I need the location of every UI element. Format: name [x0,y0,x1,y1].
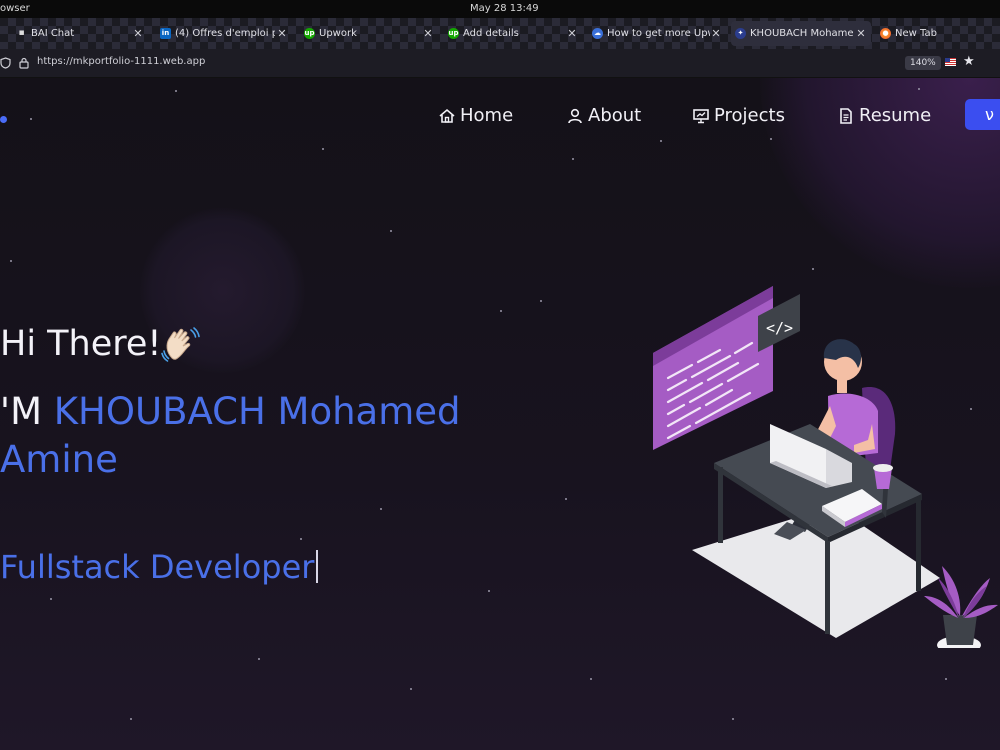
star-particle [572,158,574,160]
cloud-icon: ☁ [592,28,603,39]
nav-projects[interactable]: Projects [692,104,812,128]
hero-greeting: Hi There! [0,324,162,364]
tab-portfolio[interactable]: ✦ KHOUBACH Mohamed ✕ [731,21,871,46]
star-particle [540,300,542,302]
us-flag-icon[interactable] [945,58,956,66]
star-particle [50,598,52,600]
tab-close-icon[interactable]: ✕ [132,21,144,46]
star-particle [732,718,734,720]
dots-icon: ▪ [18,28,25,38]
github-button[interactable]: ν [965,99,1000,130]
star-particle [590,678,592,680]
star-particle [500,310,502,312]
tab-add-details[interactable]: up Add details ✕ [444,21,582,46]
star-particle [488,590,490,592]
os-clock[interactable]: May 28 13:49 [470,3,539,14]
bookmark-star-icon[interactable]: ★ [963,54,975,69]
star-particle [660,140,662,142]
star-particle [390,230,392,232]
typewriter-cursor [316,550,319,583]
star-particle [770,138,772,140]
tab-upwork[interactable]: up Upwork ✕ [300,21,438,46]
svg-text:</>: </> [766,319,793,337]
upwork-icon: up [304,28,315,39]
url-bar: https://mkportfolio-1111.web.app 140% ★ [0,49,1000,78]
browser-tab-strip: ▪ BAI Chat ✕ in (4) Offres d'emploi po ✕… [0,18,1000,49]
star-particle [410,688,412,690]
portfolio-icon: ✦ [735,28,746,39]
user-icon [568,108,582,124]
star-particle [300,538,302,540]
hero-name-line-2: Amine [0,438,118,481]
tab-linkedin[interactable]: in (4) Offres d'emploi po ✕ [156,21,290,46]
star-particle [945,678,947,680]
star-particle [258,658,260,660]
presentation-icon [693,109,709,124]
home-icon [439,108,455,123]
star-particle [130,718,132,720]
star-particle [812,268,814,270]
plant-leaves [924,566,998,618]
zoom-level-badge[interactable]: 140% [905,56,941,70]
tab-close-icon[interactable]: ✕ [276,21,288,46]
lock-icon[interactable] [19,57,29,69]
star-particle [565,498,567,500]
hero-intro-prefix: I'M [0,390,43,433]
developer-illustration: </> [653,286,998,648]
shield-icon[interactable] [0,57,11,69]
portfolio-page: Home About Projects Resume ν Hi There! I… [0,78,1000,750]
nav-about[interactable]: About [566,104,666,128]
document-icon [840,108,852,124]
tab-close-icon[interactable]: ✕ [422,21,434,46]
nav-home[interactable]: Home [438,104,538,128]
os-top-bar: owser May 28 13:49 [0,0,1000,18]
tab-close-icon[interactable]: ✕ [566,21,578,46]
github-button-label: ν [985,105,994,124]
hero-name: KHOUBACH Mohamed [53,390,461,433]
hero-typewriter-role: Fullstack Developer [0,548,319,586]
nav-resume[interactable]: Resume [837,104,947,128]
url-input[interactable]: https://mkportfolio-1111.web.app [37,56,205,67]
tab-upwork-guide[interactable]: ☁ How to get more Upw ✕ [588,21,724,46]
firefox-icon: ● [880,28,891,39]
star-particle [380,508,382,510]
logo-dot[interactable] [0,116,7,123]
tab-bai-chat[interactable]: ▪ BAI Chat ✕ [12,21,146,46]
os-app-name: owser [0,3,30,14]
star-particle [175,90,177,92]
code-window [653,286,773,450]
star-particle [322,148,324,150]
tab-close-icon[interactable]: ✕ [710,21,722,46]
upwork-icon: up [448,28,459,39]
star-particle [918,88,920,90]
tab-close-icon[interactable]: ✕ [855,21,867,46]
hero-intro-line-1: I'M KHOUBACH Mohamed [0,390,461,433]
hero-role-text: Fullstack Developer [0,548,315,586]
waving-hand-icon [161,327,200,362]
star-particle [10,260,12,262]
tab-new-tab[interactable]: ● New Tab [876,21,996,46]
star-particle [30,118,32,120]
linkedin-icon: in [160,28,171,39]
